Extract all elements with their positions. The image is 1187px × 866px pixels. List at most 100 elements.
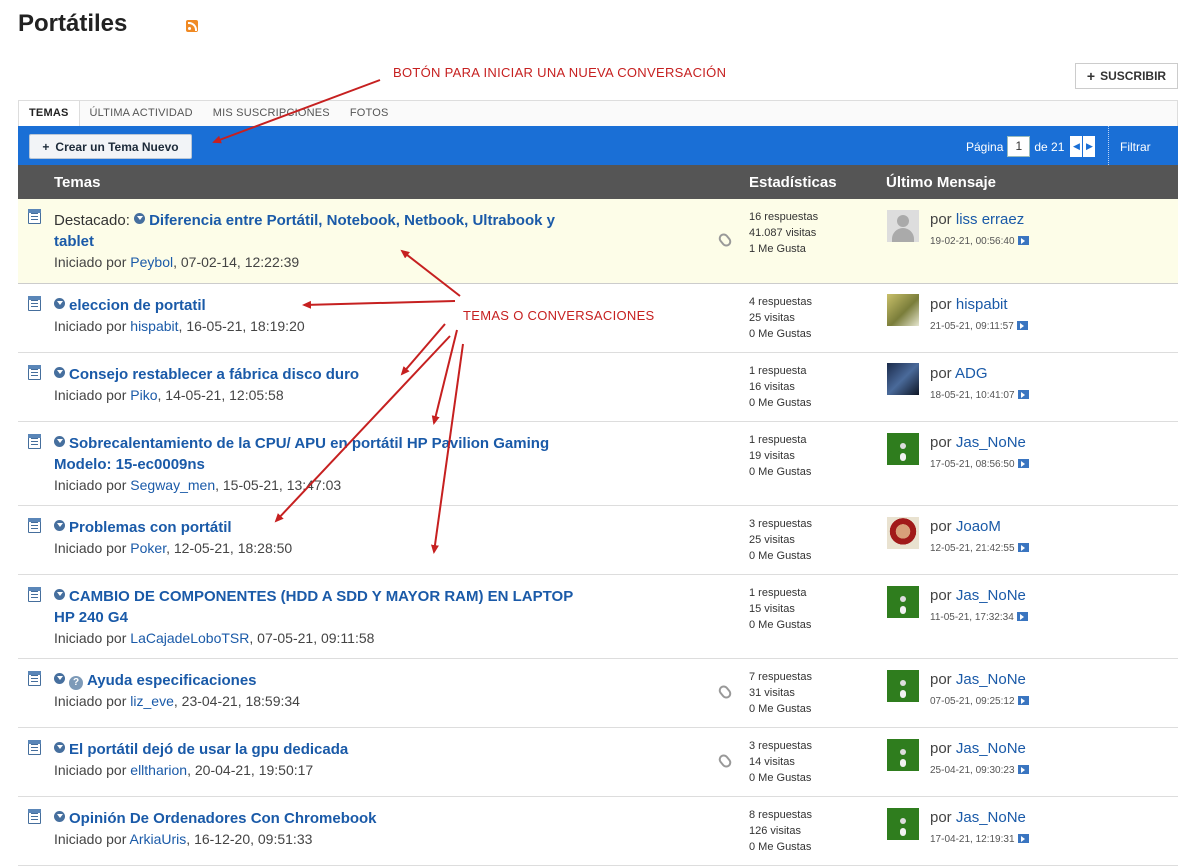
- topic-title-link[interactable]: CAMBIO DE COMPONENTES (HDD A SDD Y MAYOR…: [69, 588, 573, 605]
- started-by: Iniciado por Poker, 12-05-21, 18:28:50: [54, 540, 292, 556]
- go-to-first-unread-icon[interactable]: [54, 298, 65, 309]
- topic-title-link-cont[interactable]: HP 240 G4: [54, 609, 128, 626]
- author-link[interactable]: ArkiaUris: [130, 831, 187, 847]
- topic-title-link[interactable]: Consejo restablecer a fábrica disco duro: [69, 366, 359, 383]
- prev-page-icon[interactable]: ◀: [1070, 136, 1083, 157]
- tab-mis-suscripciones[interactable]: MIS SUSCRIPCIONES: [203, 101, 340, 126]
- likes-count: 0 Me Gustas: [749, 466, 812, 478]
- likes-count: 0 Me Gustas: [749, 841, 812, 853]
- author-link[interactable]: Peybol: [130, 254, 173, 270]
- go-to-last-post-icon[interactable]: [1017, 390, 1029, 399]
- plus-icon: +: [42, 139, 50, 154]
- rss-icon[interactable]: [186, 20, 198, 32]
- go-to-first-unread-icon[interactable]: [54, 436, 65, 447]
- subscribe-label: SUSCRIBIR: [1100, 69, 1167, 83]
- started-by: Iniciado por hispabit, 16-05-21, 18:19:2…: [54, 318, 305, 334]
- author-link[interactable]: LaCajadeLoboTSR: [130, 630, 249, 646]
- author-link[interactable]: Piko: [130, 387, 157, 403]
- last-user-link[interactable]: hispabit: [956, 296, 1008, 313]
- last-post-date: 17-05-21, 08:56:50: [930, 459, 1029, 470]
- last-date-text: 25-04-21, 09:30:23: [930, 765, 1015, 776]
- go-to-last-post-icon[interactable]: [1016, 612, 1028, 621]
- avatar[interactable]: [887, 517, 919, 549]
- page-number-input[interactable]: 1: [1007, 136, 1031, 157]
- go-to-last-post-icon[interactable]: [1017, 834, 1029, 843]
- go-to-first-unread-icon[interactable]: [54, 811, 65, 822]
- topic-stats: 8 respuestas 126 visitas 0 Me Gustas: [749, 807, 812, 855]
- avatar[interactable]: [887, 433, 919, 465]
- toolbar-divider: [1108, 126, 1109, 165]
- last-user-link[interactable]: liss erraez: [956, 211, 1024, 228]
- annotation-new-topic-note: BOTÓN PARA INICIAR UNA NUEVA CONVERSACIÓ…: [393, 65, 727, 80]
- tab-temas[interactable]: TEMAS: [19, 101, 80, 126]
- started-label: Iniciado por: [54, 831, 127, 847]
- go-to-last-post-icon[interactable]: [1017, 236, 1029, 245]
- new-topic-button[interactable]: + Crear un Tema Nuevo: [29, 134, 192, 159]
- views-count: 41.087 visitas: [749, 227, 817, 239]
- started-label: Iniciado por: [54, 254, 127, 270]
- go-to-first-unread-icon[interactable]: [54, 742, 65, 753]
- last-post-date: 18-05-21, 10:41:07: [930, 390, 1029, 401]
- replies-count: 1 respuesta: [749, 434, 807, 446]
- started-by: Iniciado por Peybol, 07-02-14, 12:22:39: [54, 254, 299, 270]
- start-date: , 20-04-21, 19:50:17: [187, 762, 314, 778]
- go-to-last-post-icon[interactable]: [1016, 321, 1028, 330]
- avatar[interactable]: [887, 586, 919, 618]
- avatar[interactable]: [887, 808, 919, 840]
- topic-title-link-cont[interactable]: tablet: [54, 233, 94, 250]
- last-user-link[interactable]: Jas_NoNe: [956, 809, 1026, 826]
- topic-stats: 1 respuesta 16 visitas 0 Me Gustas: [749, 363, 811, 411]
- views-count: 25 visitas: [749, 534, 795, 546]
- topic-stats: 4 respuestas 25 visitas 0 Me Gustas: [749, 294, 812, 342]
- started-label: Iniciado por: [54, 540, 127, 556]
- author-link[interactable]: Segway_men: [130, 477, 215, 493]
- filter-button[interactable]: Filtrar: [1120, 140, 1151, 154]
- last-user-link[interactable]: Jas_NoNe: [956, 434, 1026, 451]
- go-to-last-post-icon[interactable]: [1017, 543, 1029, 552]
- topic-title-link-cont[interactable]: Modelo: 15-ec0009ns: [54, 456, 205, 473]
- last-post-date: 11-05-21, 17:32:34: [930, 612, 1028, 623]
- topic-title-link[interactable]: Opinión De Ordenadores Con Chromebook: [69, 810, 377, 827]
- topic-title-link[interactable]: Problemas con portátil: [69, 519, 232, 536]
- last-user-link[interactable]: Jas_NoNe: [956, 671, 1026, 688]
- author-link[interactable]: elltharion: [130, 762, 187, 778]
- last-post-by: por ADG: [930, 365, 988, 382]
- avatar[interactable]: [887, 739, 919, 771]
- start-date: , 12-05-21, 18:28:50: [166, 540, 293, 556]
- topic-toolbar: + Crear un Tema Nuevo Página 1 de 21 ◀ ▶…: [18, 126, 1178, 165]
- go-to-last-post-icon[interactable]: [1017, 765, 1029, 774]
- avatar[interactable]: [887, 210, 919, 242]
- go-to-first-unread-icon[interactable]: [54, 520, 65, 531]
- last-user-link[interactable]: Jas_NoNe: [956, 740, 1026, 757]
- started-label: Iniciado por: [54, 693, 127, 709]
- author-link[interactable]: Poker: [130, 540, 166, 556]
- avatar[interactable]: [887, 670, 919, 702]
- started-label: Iniciado por: [54, 387, 127, 403]
- avatar[interactable]: [887, 294, 919, 326]
- go-to-last-post-icon[interactable]: [1017, 459, 1029, 468]
- last-post-date: 07-05-21, 09:25:12: [930, 696, 1029, 707]
- subscribe-button[interactable]: + SUSCRIBIR: [1075, 63, 1178, 89]
- next-page-icon[interactable]: ▶: [1083, 136, 1096, 157]
- replies-count: 1 respuesta: [749, 587, 807, 599]
- topic-title-link[interactable]: eleccion de portatil: [69, 297, 206, 314]
- go-to-first-unread-icon[interactable]: [54, 589, 65, 600]
- tab-ultima-actividad[interactable]: ÚLTIMA ACTIVIDAD: [80, 101, 203, 126]
- go-to-last-post-icon[interactable]: [1017, 696, 1029, 705]
- go-to-first-unread-icon[interactable]: [134, 213, 146, 224]
- column-topics: Temas: [54, 174, 101, 191]
- last-user-link[interactable]: JoaoM: [956, 518, 1001, 535]
- tab-fotos[interactable]: FOTOS: [340, 101, 399, 126]
- start-date: , 07-02-14, 12:22:39: [173, 254, 300, 270]
- go-to-first-unread-icon[interactable]: [54, 367, 65, 378]
- avatar[interactable]: [887, 363, 919, 395]
- last-user-link[interactable]: Jas_NoNe: [956, 587, 1026, 604]
- topic-title-link[interactable]: Diferencia entre Portátil, Notebook, Net…: [149, 212, 555, 229]
- topic-title-link[interactable]: Ayuda especificaciones: [87, 672, 257, 689]
- go-to-first-unread-icon[interactable]: [54, 673, 65, 684]
- topic-title-link[interactable]: El portátil dejó de usar la gpu dedicada: [69, 741, 348, 758]
- last-user-link[interactable]: ADG: [955, 365, 988, 382]
- author-link[interactable]: hispabit: [130, 318, 178, 334]
- topic-title-link[interactable]: Sobrecalentamiento de la CPU/ APU en por…: [69, 435, 549, 452]
- author-link[interactable]: liz_eve: [130, 693, 174, 709]
